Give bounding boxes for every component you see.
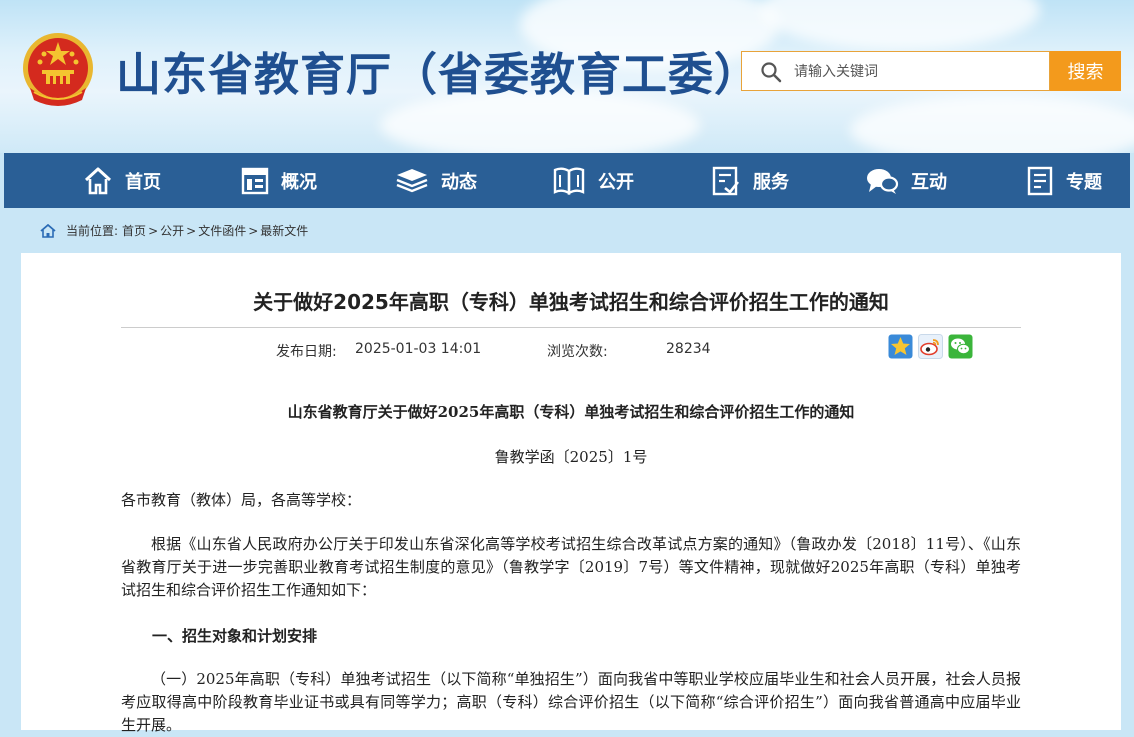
search-box — [741, 51, 1050, 92]
publish-date: 2025-01-03 14:01 — [355, 341, 482, 357]
book-icon — [553, 167, 585, 195]
nav-item-service[interactable]: 服务 — [711, 153, 789, 208]
breadcrumb-link-home[interactable]: 首页 — [122, 222, 146, 239]
nav-item-topic[interactable]: 专题 — [1026, 153, 1102, 208]
views-label: 浏览次数: — [547, 344, 608, 360]
breadcrumb-home-icon — [40, 223, 56, 238]
section-heading: 一、招生对象和计划安排 — [152, 627, 318, 645]
nav-item-home[interactable]: 首页 — [83, 153, 161, 208]
breadcrumb-link-latest[interactable]: 最新文件 — [260, 222, 308, 239]
site-header: 山东省教育厅（省委教育工委） 搜索 — [0, 0, 1134, 153]
search-input[interactable] — [792, 52, 1046, 92]
nav-item-public[interactable]: 公开 — [552, 153, 634, 208]
nav-label: 公开 — [598, 171, 634, 193]
site-title[interactable]: 山东省教育厅（省委教育工委） — [116, 38, 760, 103]
document-title: 山东省教育厅关于做好2025年高职（专科）单独考试招生和综合评价招生工作的通知 — [287, 403, 855, 421]
wechat-icon[interactable] — [948, 334, 973, 359]
nav-label: 动态 — [441, 171, 477, 193]
breadcrumb-separator: > — [248, 223, 259, 238]
topic-icon — [1027, 166, 1053, 195]
nav-label: 概况 — [281, 171, 317, 193]
breadcrumb: 当前位置: 首页 > 公开 > 文件函件 > 最新文件 — [40, 222, 308, 239]
article-title: 关于做好2025年高职（专科）单独考试招生和综合评价招生工作的通知 — [253, 290, 889, 314]
service-icon — [712, 166, 740, 195]
nav-label: 专题 — [1066, 171, 1102, 193]
breadcrumb-link-public[interactable]: 公开 — [160, 222, 184, 239]
salutation: 各市教育（教体）局，各高等学校： — [121, 491, 362, 509]
news-icon — [396, 168, 428, 192]
home-icon — [84, 167, 112, 194]
nav-item-overview[interactable]: 概况 — [241, 153, 317, 208]
weibo-icon[interactable] — [918, 334, 943, 359]
publish-date-label: 发布日期: — [276, 344, 337, 360]
nav-item-interact[interactable]: 互动 — [865, 153, 947, 208]
body-paragraph: 根据《山东省人民政府办公厅关于印发山东省深化高等学校考试招生综合改革试点方案的通… — [121, 535, 1021, 599]
breadcrumb-separator: > — [186, 223, 197, 238]
header-cloud — [760, 0, 1040, 50]
breadcrumb-prefix: 当前位置: — [66, 224, 119, 238]
breadcrumb-separator: > — [148, 223, 159, 238]
nav-label: 服务 — [753, 171, 789, 193]
overview-icon — [241, 167, 269, 194]
nav-label: 首页 — [125, 171, 161, 193]
title-divider — [121, 327, 1021, 328]
favorite-icon[interactable] — [888, 334, 913, 359]
nav-label: 互动 — [911, 171, 947, 193]
views-count: 28234 — [666, 341, 711, 357]
main-nav: 首页 概况 动态 公开 服务 互动 专题 — [4, 153, 1130, 208]
breadcrumb-link-documents[interactable]: 文件函件 — [198, 222, 246, 239]
article-panel: 关于做好2025年高职（专科）单独考试招生和综合评价招生工作的通知 发布日期: … — [21, 253, 1121, 734]
search-button[interactable]: 搜索 — [1050, 51, 1121, 91]
search-icon — [761, 62, 782, 83]
body-paragraph: （一）2025年高职（专科）单独考试招生（以下简称“单独招生”）面向我省中等职业… — [121, 670, 1021, 734]
document-number: 鲁教学函〔2025〕1号 — [494, 448, 648, 466]
nav-item-news[interactable]: 动态 — [395, 153, 477, 208]
chat-icon — [867, 168, 899, 194]
national-emblem-icon[interactable] — [20, 30, 96, 110]
header-cloud — [850, 95, 1134, 153]
